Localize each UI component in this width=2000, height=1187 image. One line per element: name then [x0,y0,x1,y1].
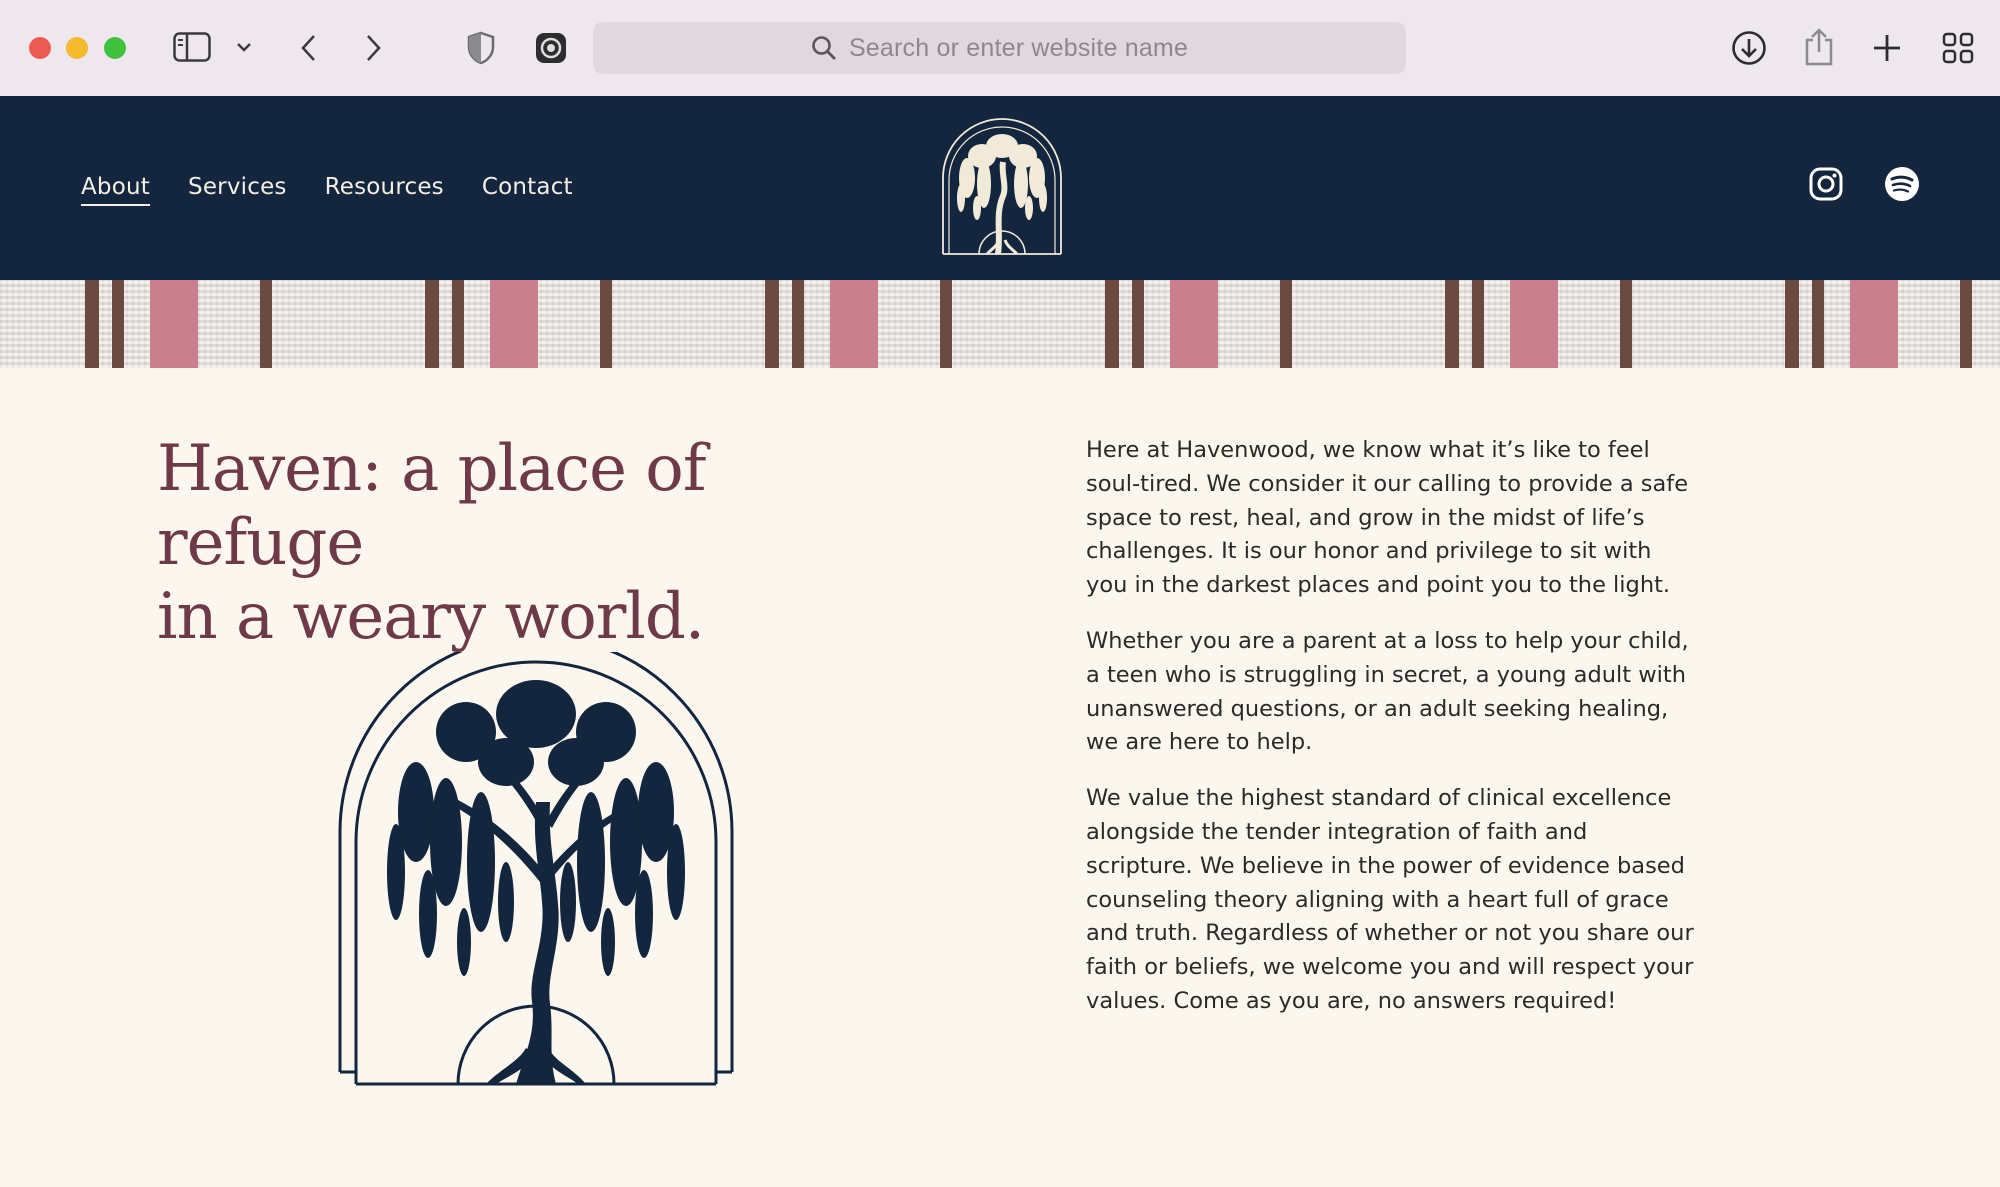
willow-tree-illustration [338,652,734,1086]
main-nav: About Services Resources Contact [81,172,611,206]
back-icon[interactable] [294,30,322,66]
intro-paragraph-2: Whether you are a parent at a loss to he… [1086,627,1689,756]
privacy-shield-icon[interactable] [464,30,498,66]
intro-paragraph-3: We value the highest standard of clinica… [1086,785,1694,1014]
close-window-button[interactable] [29,37,51,59]
tab-overview-icon[interactable] [1940,30,1976,66]
nav-contact[interactable]: Contact [482,172,573,206]
intro-paragraph-1: Here at Havenwood, we know what it’s lik… [1086,437,1689,599]
forward-icon[interactable] [360,30,388,66]
new-tab-icon[interactable] [1869,30,1905,66]
instagram-icon[interactable] [1808,166,1844,202]
fabric-banner-image [0,280,2000,368]
nav-services[interactable]: Services [188,172,287,206]
headline-line-2: in a weary world. [157,580,705,654]
nav-resources[interactable]: Resources [325,172,444,206]
minimize-window-button[interactable] [66,37,88,59]
search-icon [812,36,836,60]
site-header: About Services Resources Contact [0,96,2000,280]
nav-about[interactable]: About [81,172,151,206]
address-placeholder: Search or enter website name [848,33,1189,62]
intro-copy: Here at Havenwood, we know what it’s lik… [1086,434,1696,1041]
page-headline: Haven: a place of refuge in a weary worl… [157,432,917,654]
download-icon[interactable] [1729,28,1769,68]
havenwood-logo[interactable] [937,116,1067,258]
share-icon[interactable] [1800,26,1838,68]
chevron-down-icon[interactable] [234,38,254,56]
spotify-icon[interactable] [1884,166,1920,202]
extension-icon[interactable] [533,31,569,65]
sidebar-toggle-icon[interactable] [172,30,212,64]
headline-line-1: Haven: a place of refuge [157,432,706,580]
address-bar[interactable]: Search or enter website name [593,22,1406,74]
browser-toolbar: Search or enter website name [0,0,2000,96]
zoom-window-button[interactable] [104,37,126,59]
